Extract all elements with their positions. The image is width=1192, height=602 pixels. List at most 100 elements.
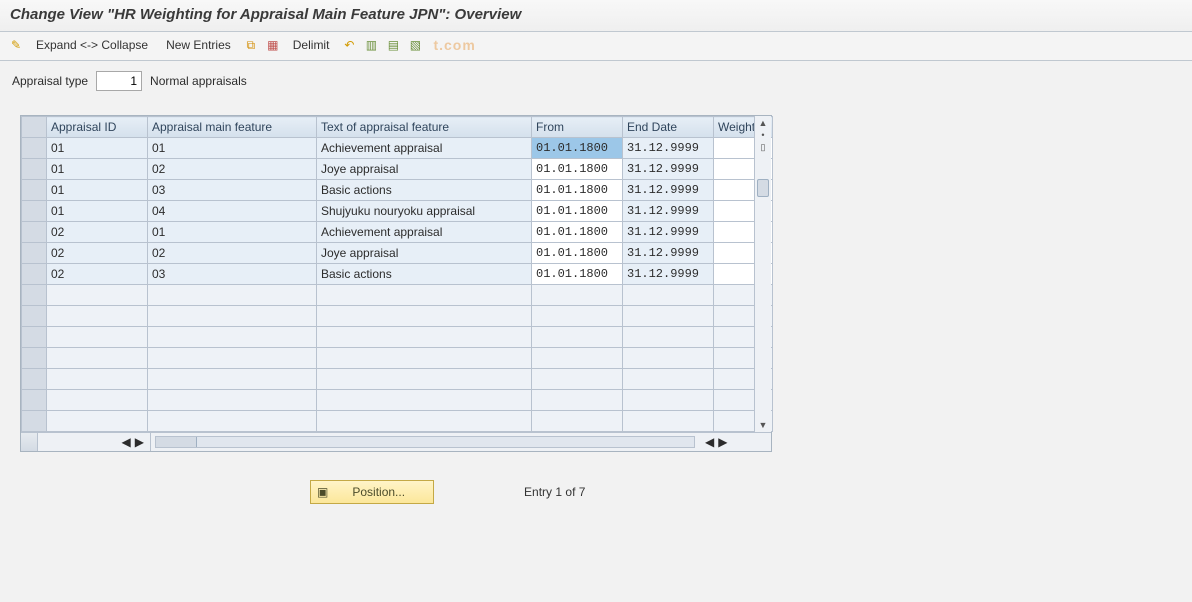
appraisal-type-input[interactable] [96, 71, 142, 91]
row-selector[interactable] [22, 369, 47, 390]
cell-appraisal-id[interactable]: 01 [47, 159, 148, 180]
table-row[interactable]: 0201Achievement appraisal01.01.180031.12… [22, 222, 773, 243]
cell-end-date[interactable]: 31.12.9999 [623, 180, 714, 201]
watermark-text: t.com [433, 37, 475, 53]
appraisal-table: Appraisal ID Appraisal main feature Text… [20, 115, 772, 452]
cell-from[interactable]: 01.01.1800 [532, 159, 623, 180]
col-select[interactable] [22, 117, 47, 138]
row-selector[interactable] [22, 138, 47, 159]
cell-from[interactable]: 01.01.1800 [532, 138, 623, 159]
row-selector[interactable] [22, 222, 47, 243]
col-from[interactable]: From [532, 117, 623, 138]
table-row-empty[interactable] [22, 369, 773, 390]
col-text-feature[interactable]: Text of appraisal feature [317, 117, 532, 138]
table-row[interactable]: 0203Basic actions01.01.180031.12.9999 [22, 264, 773, 285]
cell-from[interactable]: 01.01.1800 [532, 264, 623, 285]
cell-text-feature[interactable]: Achievement appraisal [317, 138, 532, 159]
cell-text-feature[interactable]: Basic actions [317, 264, 532, 285]
row-selector[interactable] [22, 411, 47, 432]
cell-main-feature[interactable]: 01 [148, 138, 317, 159]
select-block-icon[interactable]: ▤ [385, 37, 401, 53]
scroll-up-icon[interactable]: ▲ [759, 118, 768, 128]
scrollbar-thumb[interactable] [757, 179, 769, 197]
cell-main-feature[interactable]: 01 [148, 222, 317, 243]
cell-text-feature[interactable]: Shujyuku nouryoku appraisal [317, 201, 532, 222]
cell-end-date[interactable]: 31.12.9999 [623, 264, 714, 285]
cell-appraisal-id[interactable]: 02 [47, 264, 148, 285]
undo-icon[interactable]: ↶ [341, 37, 357, 53]
row-selector[interactable] [22, 243, 47, 264]
table-row-empty[interactable] [22, 285, 773, 306]
cell-from[interactable]: 01.01.1800 [532, 180, 623, 201]
hscroll-thumb[interactable] [156, 437, 197, 447]
cell-end-date[interactable]: 31.12.9999 [623, 159, 714, 180]
cell-from[interactable]: 01.01.1800 [532, 243, 623, 264]
scroll-grip-icon[interactable]: ▯ [761, 142, 766, 153]
page-title: Change View "HR Weighting for Appraisal … [0, 0, 1192, 32]
entry-status: Entry 1 of 7 [524, 485, 585, 499]
cell-main-feature[interactable]: 02 [148, 159, 317, 180]
hscroll-right2-icon[interactable]: ▶ [718, 435, 727, 449]
cell-from[interactable]: 01.01.1800 [532, 222, 623, 243]
row-selector[interactable] [22, 348, 47, 369]
cell-from[interactable]: 01.01.1800 [532, 201, 623, 222]
cell-text-feature[interactable]: Achievement appraisal [317, 222, 532, 243]
cell-main-feature[interactable]: 03 [148, 180, 317, 201]
cell-main-feature[interactable]: 04 [148, 201, 317, 222]
expand-collapse-button[interactable]: Expand <-> Collapse [30, 36, 154, 54]
cell-appraisal-id[interactable]: 02 [47, 222, 148, 243]
table-row[interactable]: 0101Achievement appraisal01.01.180031.12… [22, 138, 773, 159]
scroll-down-icon[interactable]: ▼ [759, 420, 768, 430]
app-toolbar: ✎ Expand <-> Collapse New Entries ⧉ ▦ De… [0, 32, 1192, 61]
cell-text-feature[interactable]: Joye appraisal [317, 159, 532, 180]
position-button[interactable]: ▣ Position... [310, 480, 434, 504]
row-selector[interactable] [22, 390, 47, 411]
table-row-empty[interactable] [22, 306, 773, 327]
row-selector[interactable] [22, 159, 47, 180]
row-selector[interactable] [22, 285, 47, 306]
table-row[interactable]: 0104Shujyuku nouryoku appraisal01.01.180… [22, 201, 773, 222]
col-main-feature[interactable]: Appraisal main feature [148, 117, 317, 138]
vertical-scrollbar[interactable]: ▲ • ▯ ▼ [754, 116, 771, 432]
cell-text-feature[interactable]: Basic actions [317, 180, 532, 201]
table-row[interactable]: 0103Basic actions01.01.180031.12.9999 [22, 180, 773, 201]
hscroll-right-icon[interactable]: ▶ [135, 435, 144, 449]
cell-appraisal-id[interactable]: 01 [47, 138, 148, 159]
col-appraisal-id[interactable]: Appraisal ID [47, 117, 148, 138]
filter-row: Appraisal type Normal appraisals [0, 61, 1192, 101]
row-selector[interactable] [22, 306, 47, 327]
cell-text-feature[interactable]: Joye appraisal [317, 243, 532, 264]
row-selector[interactable] [22, 264, 47, 285]
deselect-icon[interactable]: ▧ [407, 37, 423, 53]
table-row[interactable]: 0102Joye appraisal01.01.180031.12.9999 [22, 159, 773, 180]
row-selector[interactable] [22, 180, 47, 201]
paste-icon[interactable]: ▦ [265, 37, 281, 53]
table-row-empty[interactable] [22, 390, 773, 411]
row-selector[interactable] [22, 201, 47, 222]
cell-end-date[interactable]: 31.12.9999 [623, 222, 714, 243]
table-row-empty[interactable] [22, 348, 773, 369]
cell-appraisal-id[interactable]: 01 [47, 180, 148, 201]
new-entries-button[interactable]: New Entries [160, 36, 237, 54]
delimit-button[interactable]: Delimit [287, 36, 336, 54]
hscroll-track[interactable] [155, 436, 695, 448]
cell-appraisal-id[interactable]: 01 [47, 201, 148, 222]
hscroll-left2-icon[interactable]: ◀ [705, 435, 714, 449]
cell-main-feature[interactable]: 02 [148, 243, 317, 264]
table-row-empty[interactable] [22, 411, 773, 432]
scroll-dot-icon[interactable]: • [761, 130, 764, 140]
cell-main-feature[interactable]: 03 [148, 264, 317, 285]
cell-end-date[interactable]: 31.12.9999 [623, 138, 714, 159]
row-selector[interactable] [22, 327, 47, 348]
copy-icon[interactable]: ⧉ [243, 37, 259, 53]
select-all-icon[interactable]: ▥ [363, 37, 379, 53]
cell-end-date[interactable]: 31.12.9999 [623, 243, 714, 264]
table-row[interactable]: 0202Joye appraisal01.01.180031.12.9999 [22, 243, 773, 264]
edit-icon[interactable]: ✎ [8, 37, 24, 53]
table-row-empty[interactable] [22, 327, 773, 348]
hscroll-left-icon[interactable]: ◀ [122, 435, 131, 449]
horizontal-scrollbar[interactable]: ◀ ▶ ◀ ▶ [21, 432, 771, 451]
cell-appraisal-id[interactable]: 02 [47, 243, 148, 264]
col-end-date[interactable]: End Date [623, 117, 714, 138]
cell-end-date[interactable]: 31.12.9999 [623, 201, 714, 222]
